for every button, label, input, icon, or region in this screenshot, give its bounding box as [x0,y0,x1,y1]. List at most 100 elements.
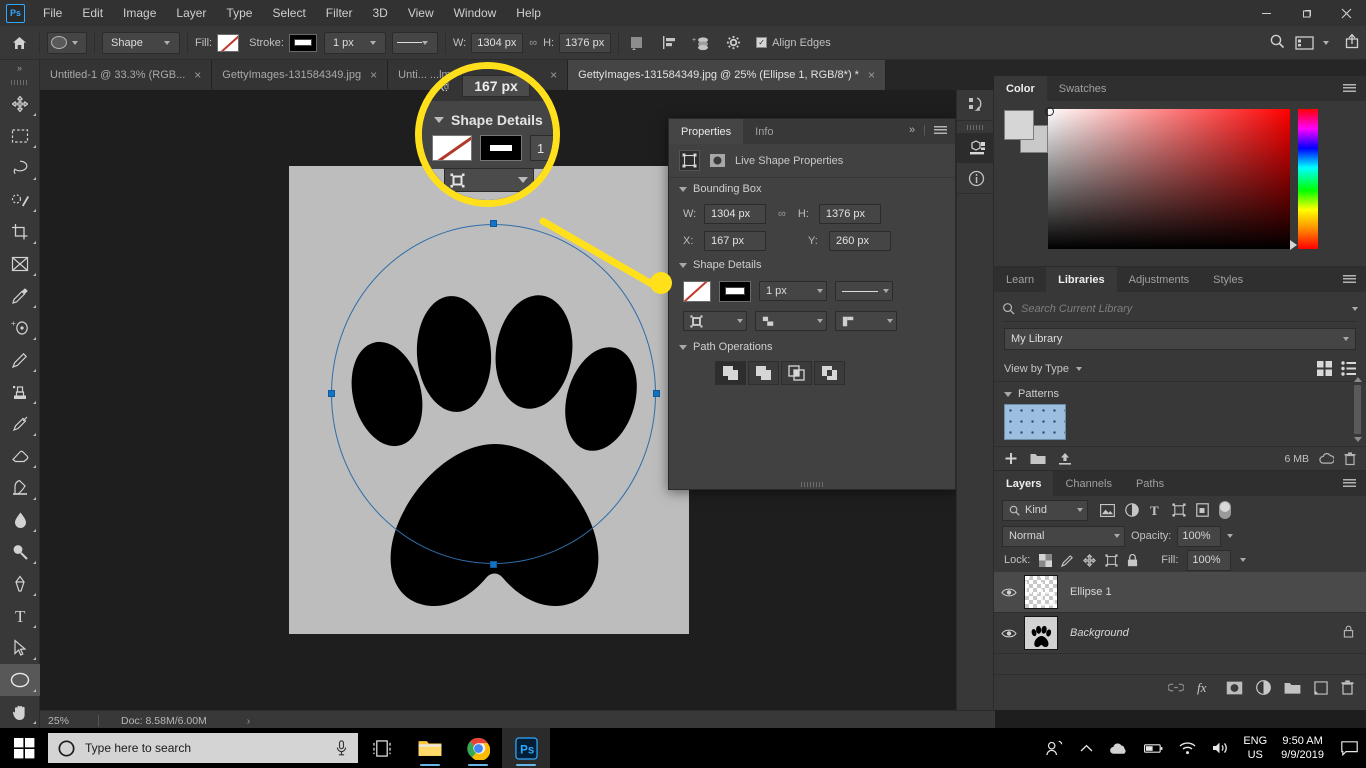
combine-shapes-button[interactable] [715,361,746,385]
hue-slider[interactable] [1290,109,1318,250]
menu-window[interactable]: Window [444,0,507,26]
transform-handle-bottom[interactable] [490,561,497,568]
windows-start-icon[interactable] [0,728,48,768]
path-alignment-button[interactable] [658,32,680,54]
stroke-style-select[interactable] [835,281,893,301]
dodge-tool[interactable] [0,536,40,568]
layer-row-ellipse-1[interactable]: Ellipse 1 [994,572,1366,613]
stroke-align-select[interactable] [683,311,747,331]
rail-drag-handle[interactable] [957,121,993,133]
stroke-corner-select[interactable] [835,311,897,331]
menu-3d[interactable]: 3D [362,0,397,26]
color-panel-swatches[interactable] [1002,109,1048,153]
onedrive-icon[interactable] [1101,728,1136,768]
layer-thumbnail[interactable] [1024,575,1058,609]
transform-handle-top[interactable] [490,220,497,227]
menu-layer[interactable]: Layer [166,0,216,26]
show-hidden-icons-icon[interactable] [1072,728,1101,768]
filter-toggle-switch[interactable] [1219,501,1231,519]
library-search-input[interactable]: Search Current Library [1021,303,1132,315]
layer-filter-kind-select[interactable]: Kind [1002,499,1088,521]
transform-handle-left[interactable] [328,390,335,397]
info-icon[interactable] [957,163,995,193]
fill-swatch[interactable] [683,280,711,302]
search-icon[interactable] [1269,33,1285,52]
history-icon[interactable] [957,90,995,120]
hand-tool[interactable] [0,696,40,728]
tab-styles[interactable]: Styles [1201,267,1256,292]
status-menu-arrow-icon[interactable]: › [247,715,251,727]
menu-view[interactable]: View [398,0,444,26]
gradient-tool[interactable] [0,472,40,504]
task-view-icon[interactable] [358,728,406,768]
magnified-fill-swatch[interactable] [432,135,472,161]
history-brush-tool[interactable] [0,408,40,440]
maximize-button[interactable] [1286,0,1326,26]
foreground-color-swatch[interactable] [1004,110,1034,140]
tool-preset-picker[interactable] [47,31,87,54]
layer-visibility-toggle[interactable] [994,587,1024,598]
close-icon[interactable]: × [194,69,201,81]
close-button[interactable] [1326,0,1366,26]
menu-select[interactable]: Select [262,0,315,26]
clone-stamp-tool[interactable] [0,376,40,408]
stroke-swatch[interactable] [719,280,751,302]
layer-row-background[interactable]: Background [994,613,1366,654]
fill-swatch[interactable] [217,33,240,52]
chevron-down-icon[interactable] [1076,366,1083,371]
type-tool[interactable]: T [0,600,40,632]
tab-layers[interactable]: Layers [994,471,1054,496]
layer-name[interactable]: Background [1070,627,1129,639]
color-picker-field[interactable] [1045,107,1290,249]
bbox-width-input[interactable]: 1304 px [704,203,766,224]
close-icon[interactable]: × [868,69,875,81]
eraser-tool[interactable] [0,440,40,472]
align-edges-checkbox[interactable]: ✓ Align Edges [756,37,836,49]
bbox-y-input[interactable]: 260 px [829,230,891,251]
home-screen-button[interactable] [6,30,32,56]
masks-properties-icon[interactable] [707,150,728,171]
fill-value[interactable]: 100% [1187,549,1232,571]
share-icon[interactable] [1344,33,1360,52]
tab-adjustments[interactable]: Adjustments [1116,267,1202,292]
shape-width-input[interactable]: 1304 px [471,32,524,53]
document-tab-untitled-1[interactable]: Untitled-1 @ 33.3% (RGB... × [40,60,213,90]
stroke-cap-select[interactable] [755,311,827,331]
scroll-up-icon[interactable] [1353,377,1362,382]
menu-image[interactable]: Image [113,0,166,26]
document-tab-gettyimages-1[interactable]: GettyImages-131584349.jpg × [212,60,389,90]
document-artboard[interactable] [289,166,689,634]
menu-type[interactable]: Type [216,0,262,26]
tab-paths[interactable]: Paths [1123,471,1177,496]
tab-channels[interactable]: Channels [1053,471,1124,496]
crop-tool[interactable] [0,216,40,248]
pen-tool[interactable] [0,568,40,600]
magnified-x-input[interactable]: 167 px [462,75,530,97]
menu-help[interactable]: Help [506,0,551,26]
panel-menu-icon[interactable] [1343,275,1356,284]
panel-menu-icon[interactable] [1343,84,1356,93]
library-item-pattern[interactable] [1004,404,1066,440]
frame-tool[interactable] [0,248,40,280]
chevron-down-icon[interactable] [1227,534,1234,538]
subtract-front-shape-button[interactable] [748,361,779,385]
tab-swatches[interactable]: Swatches [1046,76,1119,101]
spot-healing-brush-tool[interactable]: + [0,312,40,344]
bbox-x-input[interactable]: 167 px [704,230,766,251]
wifi-icon[interactable] [1171,728,1204,768]
file-explorer-icon[interactable] [406,728,454,768]
scroll-down-icon[interactable] [1353,437,1362,442]
people-icon[interactable] [1038,728,1072,768]
link-width-height-icon[interactable]: ∞ [778,208,786,220]
menu-filter[interactable]: Filter [316,0,363,26]
stroke-style-select[interactable] [391,31,438,54]
search-input[interactable]: Type here to search [48,733,358,763]
section-path-operations-header[interactable]: Path Operations [669,336,955,358]
photoshop-icon[interactable]: Ps [502,728,550,768]
chevron-down-icon[interactable] [1240,558,1247,562]
magnified-stroke-swatch[interactable] [480,135,522,161]
library-search-row[interactable]: Search Current Library [1002,296,1358,322]
tool-mode-select[interactable]: Shape [102,31,180,54]
stroke-width-select[interactable]: 1 px [759,281,827,301]
blend-mode-select[interactable]: Normal [1002,525,1125,547]
